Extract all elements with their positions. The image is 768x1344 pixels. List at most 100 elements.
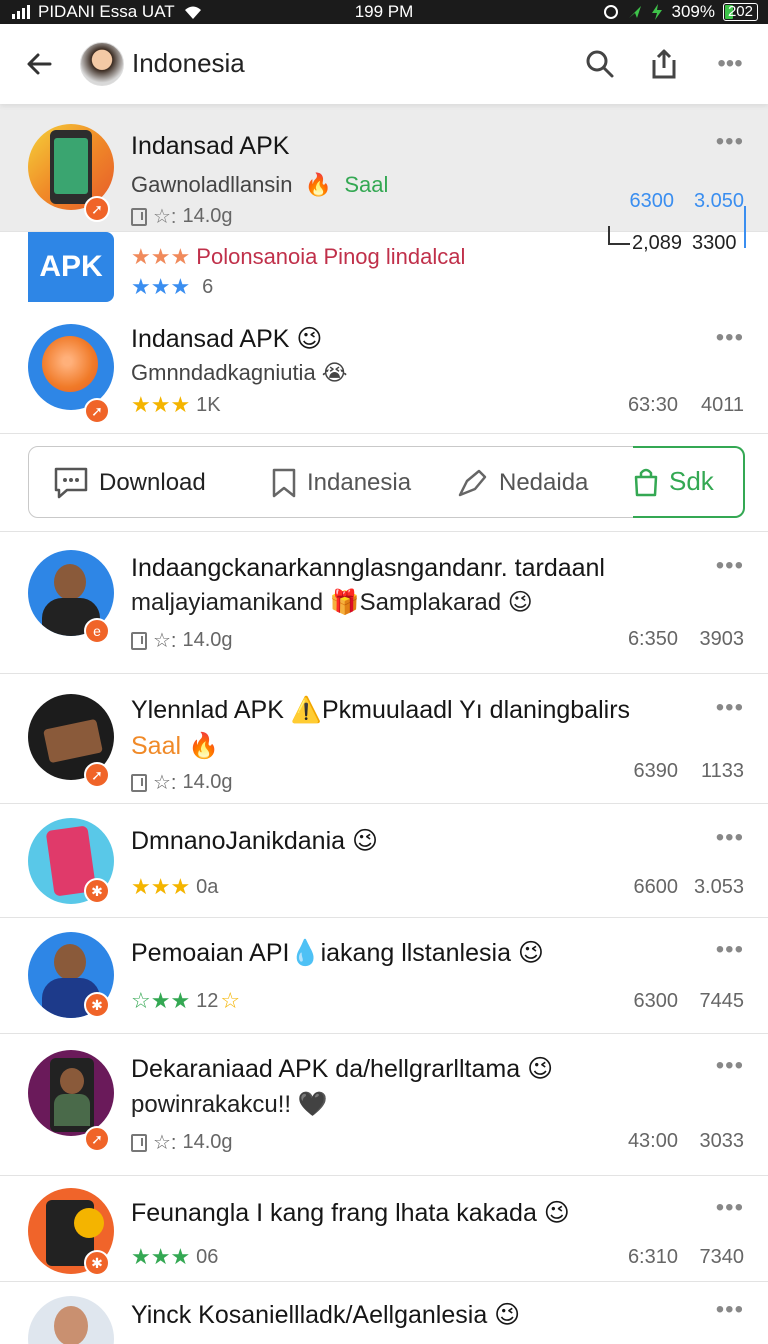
app-subtitle: Gawnoladllansin 🔥 Saal bbox=[131, 172, 389, 197]
app-subtitle-text: powinrakakcu!! bbox=[131, 1091, 292, 1118]
app-row[interactable]: ✱ Pemoaian API💧iakang llstanlesia 😉 ☆★★ 1… bbox=[0, 918, 768, 1034]
tab-label: Download bbox=[99, 469, 206, 496]
stat-value: 3.050 bbox=[693, 190, 744, 212]
tab-nedaida[interactable]: Nedaida bbox=[457, 447, 588, 519]
share-icon[interactable] bbox=[646, 46, 682, 82]
more-icon[interactable]: ••• bbox=[716, 1194, 744, 1222]
app-row[interactable]: ➚ Dekaraniaad APK da/hellgrarlltama 😉 po… bbox=[0, 1034, 768, 1176]
app-tag-text: Saal bbox=[131, 732, 182, 760]
apk-badge: APK bbox=[28, 232, 114, 302]
stat-value: 7340 bbox=[699, 1246, 745, 1268]
rating: ★★★ 1K bbox=[131, 392, 221, 417]
stat-value: 43:00 bbox=[627, 1130, 678, 1152]
app-subtitle: maljayiamanikand 🎁Samplakarad 😉 bbox=[131, 589, 533, 616]
tab-label: Sdk bbox=[669, 466, 714, 496]
stat-value: 6:310 bbox=[627, 1246, 678, 1268]
tab-label: Nedaida bbox=[499, 469, 589, 496]
chat-icon bbox=[54, 467, 88, 499]
search-icon[interactable] bbox=[582, 46, 618, 82]
app-subtitle: Gmnndadkagniutia 😭 bbox=[131, 360, 348, 385]
rating: ★★★ 6 bbox=[131, 274, 214, 299]
app-title: DmnanoJanikdania 😉 bbox=[131, 827, 379, 855]
rocket-icon: ✱ bbox=[84, 992, 110, 1018]
app-row[interactable]: ✱ Feunangla I kang frang lhata kakada 😉 … bbox=[0, 1176, 768, 1282]
app-row[interactable]: ✱ DmnanoJanikdania 😉 ★★★ 0a ••• 6600 3.05… bbox=[0, 804, 768, 918]
app-row[interactable]: Yinck Kosaniellladk/Aellganlesia 😉 ••• bbox=[0, 1282, 768, 1344]
tab-download[interactable]: Download bbox=[53, 447, 206, 519]
app-tag: Saal 🔥 bbox=[131, 732, 220, 760]
app-subtitle-text: Gawnoladllansin bbox=[131, 172, 293, 197]
app-thumbnail bbox=[28, 324, 114, 410]
app-title-text: Feunangla I kang frang lhata kakada bbox=[131, 1199, 537, 1227]
more-icon[interactable]: ••• bbox=[716, 824, 744, 852]
app-title-text: Indansad APK bbox=[131, 325, 290, 353]
bookmark-icon bbox=[131, 773, 147, 792]
more-icon[interactable]: ••• bbox=[716, 324, 744, 352]
app-title-text: DmnanoJanikdania bbox=[131, 827, 346, 855]
stat-value: 2,089 bbox=[632, 232, 683, 254]
app-title: Indansad APK bbox=[131, 132, 290, 160]
app-row[interactable]: ➚ Indansad APK 😉 Gmnndadkagniutia 😭 ★★★ … bbox=[0, 306, 768, 434]
app-title-text: Ylennlad APK bbox=[131, 696, 284, 724]
app-title: Yinck Kosaniellladk/Aellganlesia 😉 bbox=[131, 1301, 521, 1329]
app-row[interactable]: ➚ Ylennlad APK ⚠️Pkmuulaadl Yı dlaningba… bbox=[0, 674, 768, 804]
send-icon bbox=[458, 469, 487, 497]
rating-count: 12 bbox=[196, 989, 219, 1012]
more-icon[interactable]: ••• bbox=[716, 1052, 744, 1080]
app-title: Ylennlad APK ⚠️Pkmuulaadl Yı dlaningbali… bbox=[131, 696, 631, 724]
stat-value: 3300 bbox=[692, 232, 737, 254]
app-size: 14.0g bbox=[182, 629, 233, 651]
stat-value: 1133 bbox=[700, 760, 744, 782]
bookmark-icon bbox=[131, 207, 147, 226]
featured-app-row[interactable]: ➚ Indansad APK Gawnoladllansin 🔥 Saal ☆:… bbox=[0, 104, 768, 232]
app-row[interactable]: e Indaangckanarkannglasngandanr. tardaan… bbox=[0, 532, 768, 674]
more-icon[interactable]: ••• bbox=[716, 552, 744, 580]
app-title-text: Pemoaian API bbox=[131, 939, 290, 967]
bookmark-icon bbox=[272, 468, 296, 498]
back-arrow-icon[interactable] bbox=[24, 48, 56, 80]
app-size: 14.0g bbox=[182, 205, 233, 227]
stat-value: 7445 bbox=[699, 990, 745, 1012]
app-meta: ☆: 14.0g bbox=[131, 770, 233, 795]
rocket-icon: ➚ bbox=[84, 762, 110, 788]
rocket-icon: ➚ bbox=[84, 196, 110, 222]
app-size: 14.0g bbox=[182, 771, 233, 793]
rocket-icon: ➚ bbox=[84, 398, 110, 424]
more-icon[interactable]: ••• bbox=[716, 1296, 744, 1324]
app-header: Indonesia ••• bbox=[0, 24, 768, 104]
app-title-text: Dekaraniaad APK da/hellgrarlltama bbox=[131, 1055, 521, 1083]
tab-bar: Download Indanesia Nedaida Sdk bbox=[0, 434, 768, 532]
app-title: Pemoaian API💧iakang llstanlesia 😉 bbox=[131, 939, 544, 967]
rating: ★★★ 06 bbox=[131, 1244, 219, 1269]
battery-label: 202 bbox=[727, 3, 753, 20]
more-icon[interactable]: ••• bbox=[716, 694, 744, 722]
more-icon[interactable]: ••• bbox=[716, 128, 744, 156]
stat-value: 6390 bbox=[633, 760, 679, 782]
battery-icon: 202 bbox=[722, 3, 758, 21]
more-icon[interactable]: ••• bbox=[716, 936, 744, 964]
stat-value: 6600 bbox=[633, 876, 679, 898]
tab-label: Indanesia bbox=[307, 469, 412, 496]
stat-value: 3.053 bbox=[693, 876, 744, 898]
tab-sdk[interactable]: Sdk bbox=[633, 445, 745, 518]
stat-value: 3033 bbox=[699, 1130, 745, 1152]
app-subtitle-text: maljayiamanikand bbox=[131, 589, 324, 616]
alarm-icon bbox=[604, 5, 619, 19]
navigation-icon bbox=[629, 6, 642, 18]
page-title: Indonesia bbox=[132, 48, 245, 78]
app-subtitle: powinrakakcu!! 🖤 bbox=[131, 1091, 328, 1118]
stat-overlay: 2,089 3300 bbox=[608, 206, 748, 254]
shopping-bag-icon bbox=[634, 468, 658, 496]
app-title: Dekaraniaad APK da/hellgrarlltama 😉 bbox=[131, 1055, 554, 1083]
more-icon[interactable]: ••• bbox=[712, 46, 748, 82]
app-title-text: Pkmuulaadl Yı dlaningbalirs bbox=[321, 696, 631, 724]
app-thumbnail bbox=[28, 1296, 114, 1344]
tab-indanesia[interactable]: Indanesia bbox=[271, 447, 411, 519]
app-meta: ☆: 14.0g bbox=[131, 204, 233, 229]
app-size: 14.0g bbox=[182, 1131, 233, 1153]
bookmark-icon bbox=[131, 631, 147, 650]
rating-count: 1K bbox=[196, 393, 221, 416]
app-meta: ☆: 14.0g bbox=[131, 628, 233, 653]
avatar[interactable] bbox=[80, 42, 124, 86]
app-thumbnail bbox=[28, 1050, 114, 1136]
